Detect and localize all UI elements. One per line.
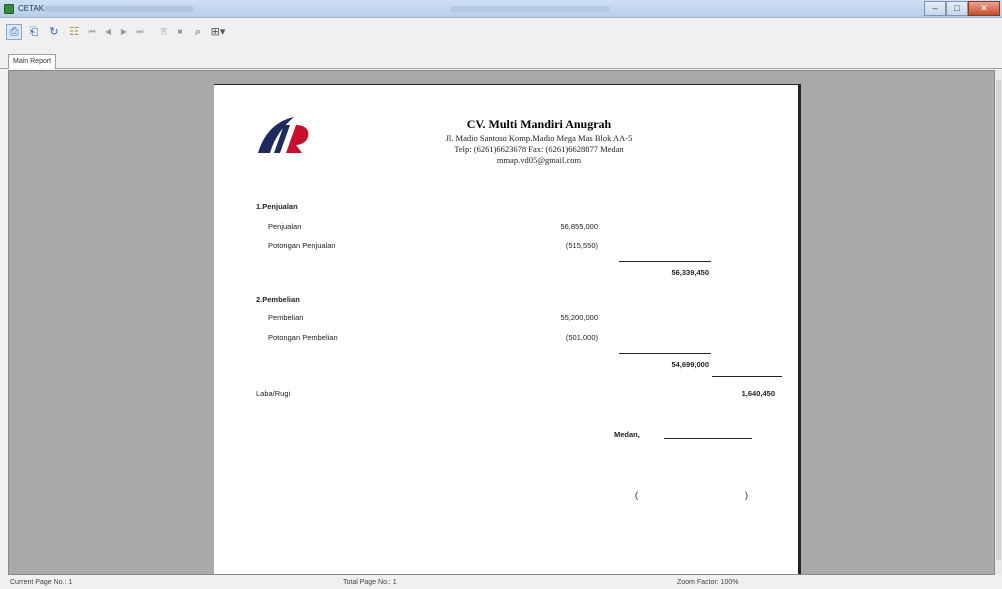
section-heading-penjualan: 1.Penjualan	[256, 202, 298, 211]
vertical-scrollbar[interactable]	[995, 70, 1002, 575]
company-name: CV. Multi Mandiri Anugrah	[466, 117, 612, 131]
subtotal-value: 56,339,450	[671, 268, 709, 277]
next-page-icon[interactable]: ▶	[118, 24, 130, 40]
row-value: (515,550)	[565, 241, 598, 250]
report-page: CV. Multi Mandiri Anugrah Jl. Madio Sant…	[214, 84, 801, 574]
window-title: CETAK	[18, 4, 45, 13]
company-email: mmap.vd05@gmail.com	[496, 155, 582, 165]
row-label: Pembelian	[268, 313, 304, 322]
scrollbar-thumb[interactable]	[996, 80, 1001, 560]
row-value: (501,000)	[565, 333, 598, 342]
profit-label: Laba/Rugi	[256, 389, 291, 398]
goto-page-icon[interactable]: ⎘	[158, 24, 170, 40]
sign-place: Medan,	[614, 430, 640, 439]
refresh-icon[interactable]: ↻	[46, 24, 62, 40]
stop-icon[interactable]: ■	[174, 24, 186, 40]
subtotal-rule	[619, 261, 711, 262]
tab-strip: Main Report	[0, 45, 1002, 69]
print-setup-icon[interactable]: ⎗	[26, 24, 42, 40]
row-label: Potongan Pembelian	[268, 333, 338, 342]
last-page-icon[interactable]: ⏭	[134, 24, 146, 40]
minimize-button[interactable]: –	[924, 1, 946, 16]
first-page-icon[interactable]: ⏮	[86, 24, 98, 40]
company-logo	[258, 117, 309, 153]
report-canvas[interactable]: CV. Multi Mandiri Anugrah Jl. Madio Sant…	[8, 70, 995, 575]
row-label: Potongan Penjualan	[268, 241, 336, 250]
row-value: 56,855,000	[560, 222, 598, 231]
search-icon[interactable]: ⌕	[190, 24, 206, 40]
profit-rule	[712, 376, 782, 377]
close-button[interactable]: ✕	[968, 1, 1000, 16]
report-viewer-window: CETAK – □ ✕ ⎙ ⎗ ↻ ☷ ⏮ ◀ ▶ ⏭ ⎘ ■ ⌕ ⊞▾ Mai…	[0, 0, 1002, 589]
app-icon	[4, 4, 14, 14]
group-tree-icon[interactable]: ☷	[66, 24, 82, 40]
title-bar: CETAK – □ ✕	[0, 0, 1002, 18]
section-heading-pembelian: 2.Pembelian	[256, 295, 300, 304]
subtotal-rule	[619, 353, 711, 354]
zoom-icon[interactable]: ⊞▾	[210, 24, 226, 40]
sign-bracket-open: (	[635, 490, 638, 500]
export-icon[interactable]: ⎙	[6, 24, 22, 40]
viewer-toolbar: ⎙ ⎗ ↻ ☷ ⏮ ◀ ▶ ⏭ ⎘ ■ ⌕ ⊞▾	[0, 19, 1002, 45]
row-value: 55,200,000	[560, 313, 598, 322]
prev-page-icon[interactable]: ◀	[102, 24, 114, 40]
sign-date-line	[664, 438, 752, 439]
row-label: Penjualan	[268, 222, 302, 231]
tab-main-report[interactable]: Main Report	[8, 54, 57, 69]
status-zoom: Zoom Factor: 100%	[677, 579, 739, 586]
company-address: Jl. Madio Santoso Komp.Madio Mega Mas Bl…	[445, 133, 633, 143]
company-phone: Telp: (6261)6623678 Fax: (6261)6628877 M…	[454, 144, 624, 154]
subtotal-value: 54,699,000	[671, 360, 709, 369]
window-controls: – □ ✕	[924, 1, 1000, 16]
status-current-page: Current Page No.: 1	[10, 579, 73, 586]
title-blurred-text-2	[450, 6, 610, 12]
sign-bracket-close: )	[745, 490, 748, 500]
title-blurred-text	[44, 6, 194, 12]
status-bar: Current Page No.: 1 Total Page No.: 1 Zo…	[0, 577, 1002, 589]
status-total-pages: Total Page No.: 1	[343, 579, 397, 586]
profit-value: 1,640,450	[741, 389, 775, 398]
maximize-button[interactable]: □	[946, 1, 968, 16]
